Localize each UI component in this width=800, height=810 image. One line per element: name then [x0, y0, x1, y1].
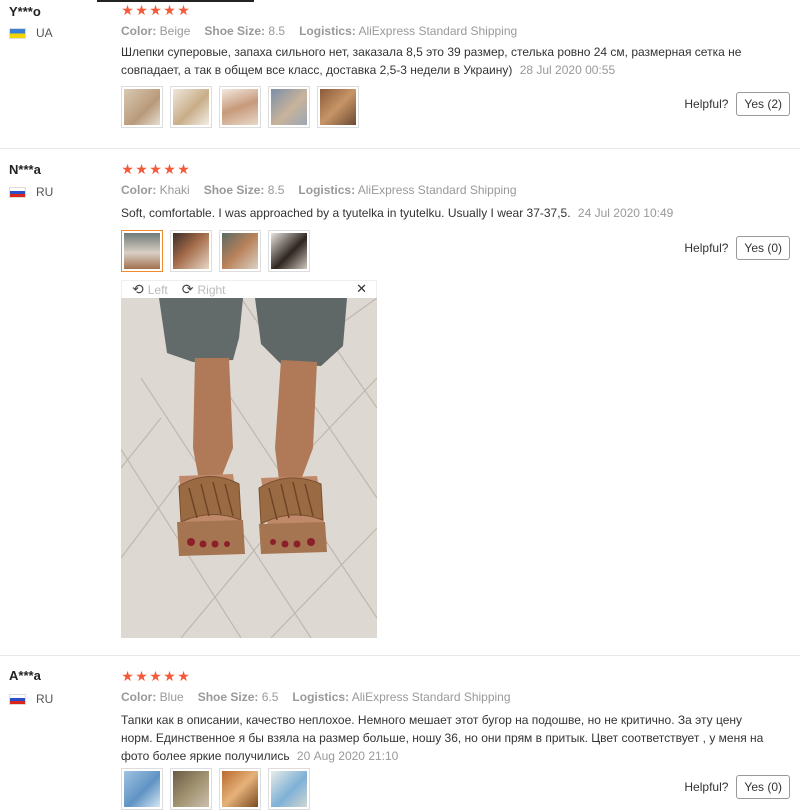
review-photo-thumb[interactable] [170, 86, 212, 128]
logistics-value: AliExpress Standard Shipping [357, 183, 517, 197]
logistics-value: AliExpress Standard Shipping [351, 690, 511, 704]
rating-stars: ★★★★★ [121, 2, 191, 19]
star-icon: ★ [163, 668, 177, 684]
sandals-photo [121, 298, 377, 638]
rating-stars: ★★★★★ [121, 161, 191, 178]
review-text: Тапки как в описании, качество неплохое.… [121, 711, 771, 765]
helpful-section: Helpful? Yes (0) [684, 236, 790, 260]
helpful-label: Helpful? [684, 780, 729, 794]
close-icon[interactable]: ✕ [356, 281, 367, 297]
review-photo-thumb[interactable] [268, 86, 310, 128]
review-photo-large [121, 298, 377, 638]
review-date: 24 Jul 2020 10:49 [577, 206, 674, 220]
rotate-right-button[interactable]: Right [197, 283, 225, 297]
photo-viewer: ⟲ Left ⟳ Right ✕ [121, 280, 377, 638]
review-photo-thumb[interactable] [268, 768, 310, 810]
review-meta: Color: Khaki Shoe Size: 8.5 Logistics: Ali… [121, 183, 531, 197]
reviewer-name: N***a [9, 162, 41, 177]
rotate-left-button[interactable]: Left [148, 283, 168, 297]
star-icon: ★ [149, 161, 163, 177]
review-text: Шлепки суперовые, запаха сильного нет, з… [121, 43, 761, 79]
review-body: Soft, comfortable. I was approached by a… [121, 206, 571, 220]
color-value: Khaki [159, 183, 190, 197]
review-photo-thumb[interactable] [219, 86, 261, 128]
country-code: RU [36, 692, 54, 706]
star-icon: ★ [121, 161, 135, 177]
helpful-section: Helpful? Yes (2) [684, 92, 790, 116]
color-label: Color: [121, 183, 157, 197]
review-meta: Color: Beige Shoe Size: 8.5 Logistics: Ali… [121, 24, 531, 38]
review-body: Тапки как в описании, качество неплохое.… [121, 713, 764, 763]
star-icon: ★ [149, 2, 163, 18]
review-photo-thumb[interactable] [170, 230, 212, 272]
rating-stars: ★★★★★ [121, 668, 191, 685]
reviewer-country: RU [9, 692, 53, 706]
star-icon: ★ [135, 668, 149, 684]
ukraine-flag-icon [9, 27, 26, 39]
size-value: 8.5 [268, 24, 286, 38]
review-date: 28 Jul 2020 00:55 [519, 63, 616, 77]
color-value: Blue [159, 690, 184, 704]
color-label: Color: [121, 24, 157, 38]
logistics-label: Logistics: [299, 24, 356, 38]
star-icon: ★ [177, 668, 191, 684]
review-photo-thumb[interactable] [219, 230, 261, 272]
review-text: Soft, comfortable. I was approached by a… [121, 204, 781, 222]
review-photo-thumb[interactable] [268, 230, 310, 272]
country-code: RU [36, 185, 54, 199]
russia-flag-icon [9, 693, 26, 705]
review-date: 20 Aug 2020 21:10 [296, 749, 399, 763]
review-photo-thumb[interactable] [219, 768, 261, 810]
helpful-label: Helpful? [684, 97, 729, 111]
star-icon: ★ [135, 161, 149, 177]
helpful-yes-button[interactable]: Yes (0) [736, 775, 790, 799]
helpful-yes-button[interactable]: Yes (0) [736, 236, 790, 260]
review-photos [121, 768, 317, 810]
reviewer-country: UA [9, 26, 53, 40]
russia-flag-icon [9, 186, 26, 198]
size-label: Shoe Size: [204, 24, 266, 38]
reviewer-country: RU [9, 185, 53, 199]
review-photos [121, 230, 317, 272]
star-icon: ★ [121, 2, 135, 18]
reviewer-name: Y***o [9, 4, 41, 19]
size-value: 8.5 [267, 183, 285, 197]
color-value: Beige [159, 24, 191, 38]
star-icon: ★ [163, 161, 177, 177]
reviewer-name: A***a [9, 668, 41, 683]
size-label: Shoe Size: [197, 690, 259, 704]
logistics-label: Logistics: [298, 183, 356, 197]
star-icon: ★ [135, 2, 149, 18]
review-photo-thumb[interactable] [121, 768, 163, 810]
helpful-yes-button[interactable]: Yes (2) [736, 92, 790, 116]
rotate-right-icon[interactable]: ⟳ [182, 281, 194, 298]
star-icon: ★ [177, 2, 191, 18]
star-icon: ★ [177, 161, 191, 177]
logistics-label: Logistics: [292, 690, 350, 704]
review-meta: Color: Blue Shoe Size: 6.5 Logistics: AliE… [121, 690, 525, 704]
helpful-label: Helpful? [684, 241, 729, 255]
divider [0, 655, 800, 656]
review-photo-thumb-active[interactable] [121, 230, 163, 272]
review-photo-thumb[interactable] [121, 86, 163, 128]
size-label: Shoe Size: [203, 183, 265, 197]
country-code: UA [36, 26, 53, 40]
review-body: Шлепки суперовые, запаха сильного нет, з… [121, 45, 742, 77]
star-icon: ★ [149, 668, 163, 684]
viewer-toolbar: ⟲ Left ⟳ Right ✕ [121, 280, 377, 298]
rotate-left-icon[interactable]: ⟲ [132, 281, 144, 298]
divider [0, 148, 800, 149]
review-photo-thumb[interactable] [170, 768, 212, 810]
star-icon: ★ [121, 668, 135, 684]
review-photos [121, 86, 366, 128]
color-label: Color: [121, 690, 157, 704]
star-icon: ★ [163, 2, 177, 18]
review-photo-thumb[interactable] [317, 86, 359, 128]
size-value: 6.5 [261, 690, 279, 704]
helpful-section: Helpful? Yes (0) [684, 775, 790, 799]
logistics-value: AliExpress Standard Shipping [358, 24, 518, 38]
